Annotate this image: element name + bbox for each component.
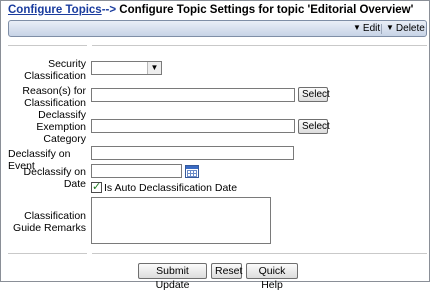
divider (92, 253, 427, 254)
page-header: Configure Topics--> Configure Topic Sett… (8, 4, 413, 20)
guide-remarks-textarea[interactable] (91, 197, 271, 244)
declassify-exemption-select-button[interactable]: Select (298, 119, 330, 134)
divider (8, 45, 87, 46)
submit-update-button[interactable]: Submit Update (138, 263, 207, 291)
declassify-exemption-field[interactable] (91, 119, 295, 133)
toolbar-divider (381, 24, 382, 34)
reasons-select-button[interactable]: Select (298, 87, 330, 102)
security-classification-label: Security Classification (24, 58, 86, 82)
chevron-down-icon[interactable]: ▼ (147, 62, 161, 74)
calendar-grid (187, 170, 197, 177)
auto-declassification-checkbox[interactable]: ✓ (91, 181, 102, 193)
action-toolbar: ▼ Edit ▼ Delete (8, 20, 427, 37)
declassify-exemption-label: Declassify Exemption Category (36, 109, 86, 145)
calendar-header (186, 166, 198, 169)
declassify-event-field[interactable] (91, 146, 294, 160)
chevron-down-icon: ▼ (353, 23, 361, 32)
reasons-field[interactable] (91, 88, 295, 102)
configure-topics-link[interactable]: Configure Topics (8, 4, 102, 16)
chevron-down-icon: ▼ (386, 23, 394, 32)
calendar-icon[interactable] (185, 165, 199, 178)
breadcrumb-separator: --> (101, 4, 117, 16)
reset-button[interactable]: Reset (211, 263, 242, 279)
security-classification-select[interactable]: ▼ (91, 61, 162, 75)
divider (8, 253, 87, 254)
auto-declassification-label: Is Auto Declassification Date (104, 182, 238, 194)
divider (92, 45, 427, 46)
edit-menu-button[interactable]: ▼ Edit (353, 23, 380, 35)
reasons-label: Reason(s) for Classification (22, 85, 86, 109)
checkmark-icon: ✓ (92, 181, 102, 193)
guide-remarks-label: Classification Guide Remarks (13, 210, 86, 234)
declassify-date-field[interactable] (91, 164, 182, 178)
page-frame: Configure Topics--> Configure Topic Sett… (0, 0, 430, 291)
declassify-date-label: Declassify on Date (23, 166, 86, 190)
edit-label: Edit (362, 23, 381, 34)
delete-label: Delete (395, 23, 425, 34)
quick-help-button[interactable]: Quick Help (246, 263, 298, 291)
page-title: Configure Topic Settings for topic 'Edit… (119, 4, 414, 16)
delete-menu-button[interactable]: ▼ Delete (386, 23, 425, 35)
